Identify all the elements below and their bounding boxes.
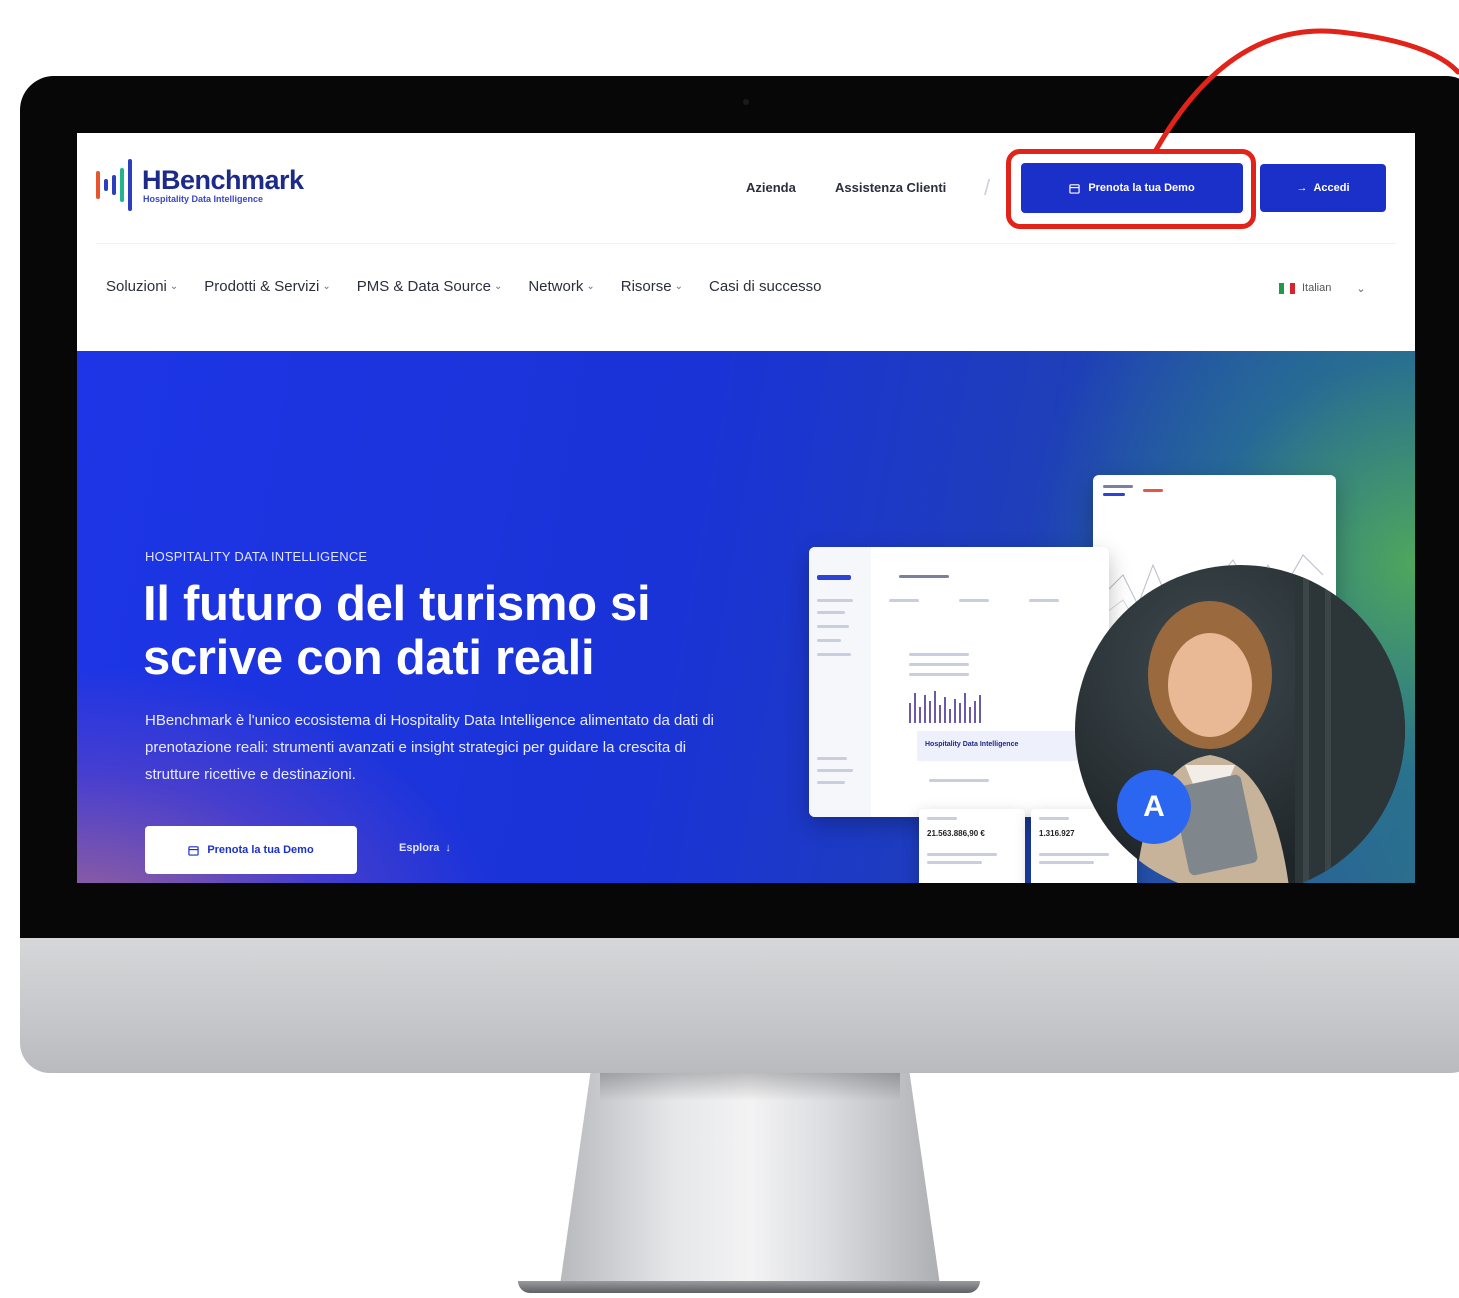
area-sparkline-graphic	[919, 875, 1025, 883]
hero-description: HBenchmark è l'unico ecosistema di Hospi…	[145, 712, 714, 783]
kpi-value-secondary: 1.316.927	[1039, 829, 1075, 838]
italy-flag-icon	[1279, 282, 1295, 294]
main-nav: Soluzioni ⌄ Prodotti & Servizi ⌄ PMS & Dat…	[106, 278, 822, 295]
login-button[interactable]: → Accedi	[1260, 164, 1386, 212]
logo-tagline: Hospitality Data Intelligence	[143, 193, 264, 204]
login-icon: →	[1296, 182, 1308, 194]
chevron-down-icon: ⌄	[493, 281, 503, 292]
arrow-down-icon: ↓	[445, 842, 451, 854]
explore-link[interactable]: Esplora ↓	[399, 842, 451, 854]
camera-icon	[743, 99, 749, 105]
kpi-card: 21.563.886,90 €	[919, 809, 1025, 883]
header-divider	[96, 243, 1396, 244]
nav-item-network[interactable]: Network ⌄	[528, 278, 594, 295]
logo-bars-icon	[96, 159, 132, 211]
chevron-down-icon: ⌄	[1356, 282, 1366, 295]
kpi-value: 21.563.886,90 €	[927, 829, 985, 838]
nav-item-pms-data-source[interactable]: PMS & Data Source ⌄	[357, 278, 503, 295]
dashboard-sidebar	[809, 547, 871, 817]
explore-label: Esplora	[399, 842, 440, 854]
hero-book-demo-button[interactable]: Prenota la tua Demo	[145, 826, 357, 874]
nav-item-soluzioni[interactable]: Soluzioni ⌄	[106, 278, 178, 295]
language-selector[interactable]: Italian ⌄	[1267, 271, 1371, 305]
highlight-annotation	[1006, 149, 1256, 229]
hero-section: HOSPITALITY DATA INTELLIGENCE Il futuro …	[77, 351, 1415, 883]
dashboard-banner: Hospitality Data Intelligence	[917, 731, 1097, 761]
bar-sparkline-graphic	[909, 691, 981, 723]
logo[interactable]: HBenchmark Hospitality Data Intelligence	[96, 159, 304, 211]
dashboard-main-card: Hospitality Data Intelligence	[809, 547, 1109, 817]
stand-shadow	[600, 1073, 900, 1101]
monitor-chin	[20, 938, 1459, 1073]
hero-book-demo-label: Prenota la tua Demo	[207, 844, 314, 856]
chevron-down-icon: ⌄	[674, 281, 683, 292]
annotation-arrow	[1153, 28, 1459, 153]
dashboard-banner-label: Hospitality Data Intelligence	[925, 741, 1019, 748]
screen: HBenchmark Hospitality Data Intelligence…	[77, 133, 1415, 883]
person-illustration	[1136, 565, 1405, 883]
chevron-down-icon: ⌄	[322, 281, 331, 292]
calendar-icon	[188, 845, 199, 856]
assistant-avatar[interactable]: A	[1117, 770, 1191, 844]
nav-item-prodotti-servizi[interactable]: Prodotti & Servizi ⌄	[204, 278, 330, 295]
nav-item-casi-di-successo[interactable]: Casi di successo	[709, 278, 822, 295]
nav-separator: /	[984, 175, 991, 200]
top-link-assistenza-clienti[interactable]: Assistenza Clienti	[835, 180, 946, 195]
nav-item-risorse[interactable]: Risorse ⌄	[621, 278, 683, 295]
monitor-stand	[560, 1073, 940, 1285]
chevron-down-icon: ⌄	[586, 281, 595, 292]
chevron-down-icon: ⌄	[169, 281, 179, 292]
language-label: Italian	[1302, 282, 1332, 294]
login-label: Accedi	[1313, 182, 1350, 194]
hero-eyebrow: HOSPITALITY DATA INTELLIGENCE	[145, 549, 368, 564]
logo-brand: HBenchmark	[142, 164, 304, 195]
top-link-azienda[interactable]: Azienda	[746, 180, 796, 195]
monitor-foot	[518, 1281, 980, 1293]
hero-title: Il futuro del turismo si scrive con dati…	[143, 577, 651, 685]
customer-photo: A	[1075, 565, 1405, 883]
